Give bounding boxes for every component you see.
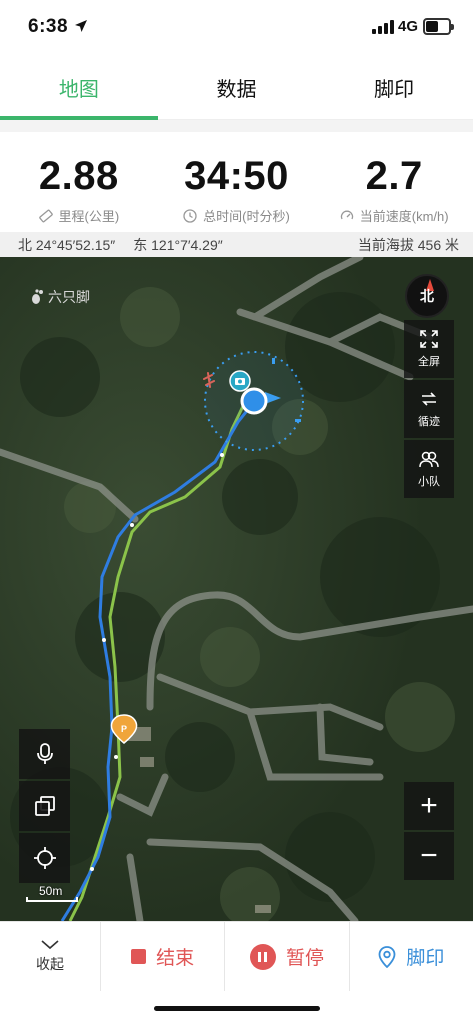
clock-icon bbox=[183, 208, 197, 223]
speed-label: 当前速度(km/h) bbox=[359, 209, 449, 224]
collapse-button[interactable]: 收起 bbox=[0, 922, 100, 991]
coordinates-bar: 北 24°45′52.15″ 东 121°7′4.29″ 当前海拔 456 米 bbox=[0, 232, 473, 257]
locate-icon bbox=[33, 847, 56, 869]
zoom-in-button[interactable]: + bbox=[404, 782, 454, 830]
chevron-down-icon bbox=[41, 939, 59, 949]
speed-value: 2.7 bbox=[365, 154, 423, 198]
bottom-toolbar: 收起 结束 暂停 脚印 bbox=[0, 921, 473, 991]
stop-icon bbox=[131, 949, 147, 964]
speedometer-icon bbox=[340, 210, 353, 219]
current-location bbox=[240, 387, 268, 415]
track-follow-button[interactable]: 循迹 bbox=[404, 380, 454, 438]
collapse-label: 收起 bbox=[36, 955, 64, 972]
footprint-label: 脚印 bbox=[406, 948, 445, 969]
compass-label: 北 bbox=[420, 288, 434, 304]
track-follow-label: 循迹 bbox=[418, 416, 440, 428]
top-tabs: 地图 数据 脚印 bbox=[0, 56, 473, 120]
satellite-map: P bbox=[0, 257, 473, 921]
time-label: 总时间(时分秒) bbox=[203, 209, 290, 224]
map-view[interactable]: P 六只脚 北 全屏 循迹 小队 + − 50m bbox=[0, 257, 473, 921]
divider bbox=[0, 120, 473, 132]
pause-label: 暂停 bbox=[285, 948, 324, 969]
map-scale: 50m bbox=[26, 884, 80, 904]
footprint-logo-icon bbox=[32, 289, 43, 304]
locate-button[interactable] bbox=[19, 833, 70, 883]
fullscreen-button[interactable]: 全屏 bbox=[404, 320, 454, 378]
layers-icon bbox=[34, 796, 55, 816]
longitude: 东 121°7′4.29″ bbox=[133, 236, 223, 253]
scale-label: 50m bbox=[39, 884, 63, 898]
map-side-panel: 全屏 循迹 小队 bbox=[404, 320, 454, 498]
team-icon bbox=[419, 451, 439, 468]
layers-button[interactable] bbox=[19, 781, 70, 831]
svg-text:P: P bbox=[121, 724, 127, 734]
stat-time: 34:50 总时间(时分秒) bbox=[158, 132, 316, 232]
home-indicator bbox=[154, 1006, 320, 1011]
footprint-button[interactable]: 脚印 bbox=[348, 922, 473, 991]
zoom-controls: + − bbox=[404, 782, 454, 880]
time-value: 34:50 bbox=[184, 154, 289, 198]
altitude: 当前海拔 456 米 bbox=[357, 236, 459, 253]
map-brand: 六只脚 bbox=[30, 287, 90, 307]
network-label: 4G bbox=[398, 18, 419, 35]
zoom-out-button[interactable]: − bbox=[404, 832, 454, 880]
microphone-icon bbox=[36, 743, 53, 764]
team-button[interactable]: 小队 bbox=[404, 440, 454, 498]
end-label: 结束 bbox=[156, 948, 195, 969]
stat-distance: 2.88 里程(公里) bbox=[0, 132, 158, 232]
distance-value: 2.88 bbox=[38, 154, 119, 198]
battery-icon bbox=[423, 18, 454, 35]
tab-map[interactable]: 地图 bbox=[0, 56, 158, 120]
fullscreen-label: 全屏 bbox=[418, 356, 440, 368]
team-label: 小队 bbox=[418, 476, 440, 488]
end-button[interactable]: 结束 bbox=[100, 922, 224, 991]
location-arrow-icon bbox=[75, 20, 87, 32]
distance-label: 里程(公里) bbox=[58, 209, 120, 224]
map-left-panel bbox=[19, 729, 70, 883]
status-time: 6:38 bbox=[28, 16, 69, 37]
stat-speed: 2.7 当前速度(km/h) bbox=[315, 132, 473, 232]
track-follow-icon bbox=[422, 392, 436, 406]
voice-button[interactable] bbox=[19, 729, 70, 779]
pause-icon bbox=[249, 943, 276, 970]
stats-panel: 2.88 里程(公里) 34:50 总时间(时分秒) 2.7 当前速度(km/h… bbox=[0, 132, 473, 232]
tab-data[interactable]: 数据 bbox=[158, 56, 316, 119]
pause-button[interactable]: 暂停 bbox=[224, 922, 348, 991]
status-bar: 6:38 4G bbox=[0, 0, 473, 56]
compass[interactable]: 北 bbox=[405, 274, 449, 318]
fullscreen-icon bbox=[420, 330, 438, 348]
ruler-icon bbox=[38, 209, 53, 222]
latitude: 北 24°45′52.15″ bbox=[18, 236, 116, 253]
map-pin-icon bbox=[378, 945, 396, 968]
scale-bar bbox=[26, 897, 78, 902]
tab-footprint[interactable]: 脚印 bbox=[315, 56, 473, 119]
signal-icon bbox=[372, 20, 394, 34]
